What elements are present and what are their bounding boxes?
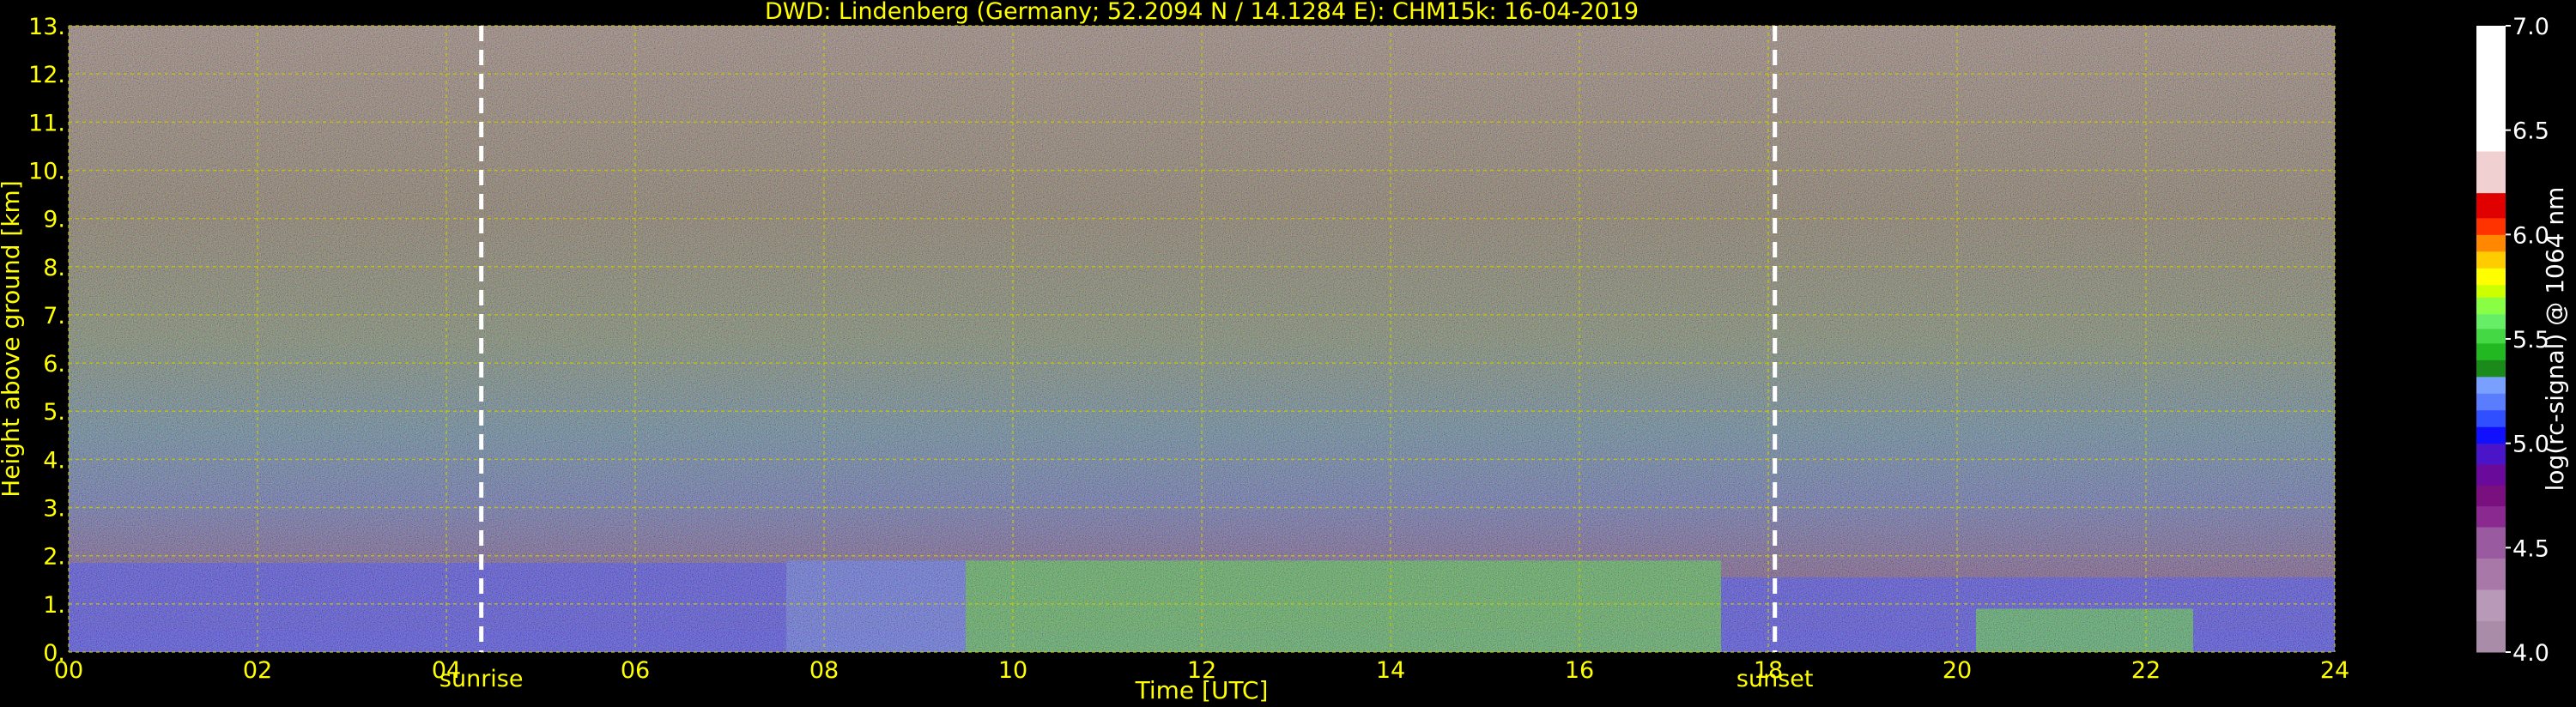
ceilometer-chart: DWD: Lindenberg (Germany; 52.2094 N / 14… bbox=[0, 0, 2569, 704]
y-tick-label: 10. bbox=[28, 158, 65, 184]
colorbar-segment bbox=[2476, 192, 2506, 219]
x-tick-label: 02 bbox=[243, 657, 272, 684]
x-tick-label: 20 bbox=[1943, 657, 1972, 684]
x-tick-label: 22 bbox=[2131, 657, 2161, 684]
y-axis-label: Height above ground [km] bbox=[0, 180, 25, 498]
colorbar-tick-label: 4.5 bbox=[2512, 535, 2549, 562]
colorbar-segment bbox=[2476, 26, 2506, 152]
colorbar-segment bbox=[2476, 342, 2506, 360]
colorbar-segment bbox=[2476, 313, 2506, 329]
x-axis-label: Time [UTC] bbox=[1135, 676, 1269, 704]
y-tick-label: 9. bbox=[43, 207, 65, 233]
colorbar-segment bbox=[2476, 284, 2506, 298]
colorbar-segment bbox=[2476, 527, 2506, 559]
x-tick-label: 06 bbox=[621, 657, 650, 684]
y-tick-label: 2. bbox=[43, 544, 65, 571]
y-tick-label: 5. bbox=[43, 399, 65, 426]
sun-marker-label: sunset bbox=[1737, 666, 1814, 692]
colorbar-segment bbox=[2476, 376, 2506, 394]
y-tick-label: 12. bbox=[28, 62, 65, 88]
colorbar-segment bbox=[2476, 360, 2506, 378]
y-tick-labels: 0.1.2.3.4.5.6.7.8.9.10.11.12.13. bbox=[28, 14, 65, 667]
x-tick-label: 00 bbox=[54, 657, 83, 684]
y-tick-label: 1. bbox=[43, 592, 65, 619]
chart-title: DWD: Lindenberg (Germany; 52.2094 N / 14… bbox=[765, 0, 1639, 25]
x-tick-label: 08 bbox=[809, 657, 839, 684]
y-tick-label: 4. bbox=[43, 447, 65, 474]
colorbar-segment bbox=[2476, 505, 2506, 528]
y-tick-label: 8. bbox=[43, 255, 65, 281]
colorbar-segment bbox=[2476, 589, 2506, 621]
x-tick-label: 10 bbox=[998, 657, 1027, 684]
y-tick-label: 6. bbox=[43, 351, 65, 378]
colorbar-segment bbox=[2476, 217, 2506, 235]
colorbar-segment bbox=[2476, 443, 2506, 465]
colorbar-label: log(rc-signal) @ 1064 nm bbox=[2541, 187, 2569, 492]
colorbar-segment bbox=[2476, 393, 2506, 411]
colorbar-segment bbox=[2476, 558, 2506, 590]
y-tick-label: 3. bbox=[43, 496, 65, 523]
colorbar-segment bbox=[2476, 268, 2506, 286]
colorbar-tick-label: 6.5 bbox=[2512, 118, 2549, 145]
colorbar-segment bbox=[2476, 426, 2506, 444]
colorbar-segment bbox=[2476, 151, 2506, 194]
colorbar-segment bbox=[2476, 464, 2506, 486]
colorbar-segment bbox=[2476, 409, 2506, 427]
colorbar: 4.04.55.05.56.06.57.0 log(rc-signal) @ 1… bbox=[2476, 14, 2569, 667]
colorbar-segment bbox=[2476, 328, 2506, 344]
colorbar-segment bbox=[2476, 485, 2506, 507]
colorbar-tick-label: 7.0 bbox=[2512, 14, 2549, 40]
y-tick-label: 7. bbox=[43, 303, 65, 329]
plot-area bbox=[68, 25, 2336, 653]
colorbar-tick-label: 4.0 bbox=[2512, 640, 2549, 667]
colorbar-segment bbox=[2476, 234, 2506, 252]
x-tick-label: 24 bbox=[2320, 657, 2349, 684]
plot-noise bbox=[69, 26, 2335, 652]
x-tick-label: 16 bbox=[1565, 657, 1594, 684]
colorbar-segment bbox=[2476, 297, 2506, 315]
y-tick-label: 13. bbox=[28, 14, 65, 40]
x-tick-label: 14 bbox=[1376, 657, 1405, 684]
colorbar-segment bbox=[2476, 251, 2506, 269]
colorbar-segments bbox=[2476, 26, 2506, 653]
colorbar-segment bbox=[2476, 620, 2506, 653]
y-tick-label: 11. bbox=[28, 110, 65, 136]
sun-marker-label: sunrise bbox=[439, 666, 524, 692]
